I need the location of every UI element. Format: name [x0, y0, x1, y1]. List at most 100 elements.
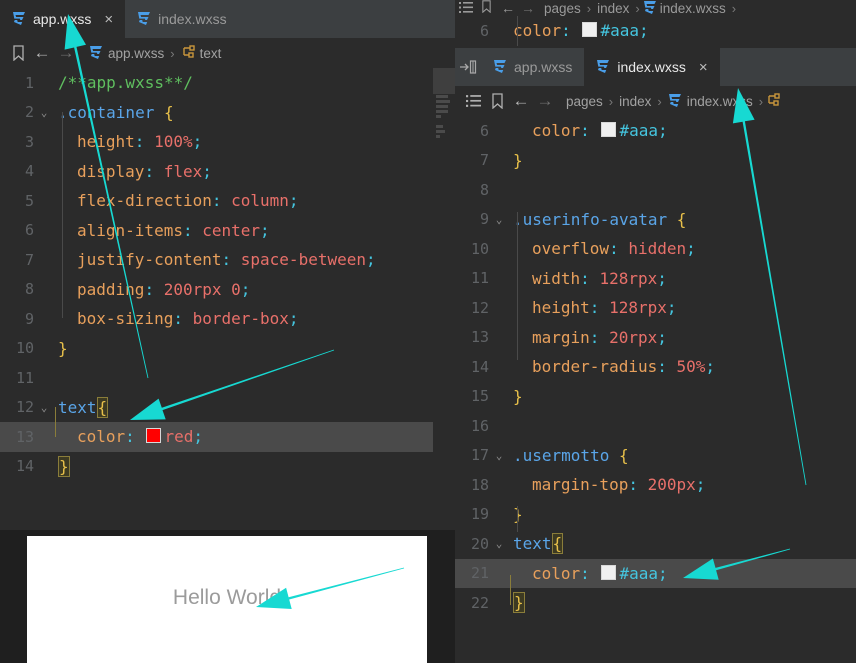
- color-swatch[interactable]: [146, 428, 162, 444]
- breadcrumb-item-pages[interactable]: pages: [563, 94, 606, 109]
- code-line[interactable]: 11: [0, 363, 455, 393]
- breadcrumb-item-index[interactable]: index: [616, 94, 654, 109]
- code-line[interactable]: 6 color: #aaa;: [455, 116, 856, 146]
- color-swatch[interactable]: [601, 564, 617, 580]
- code-token: margin: [532, 327, 590, 347]
- code-token: 128rpx: [599, 268, 658, 288]
- left-breadcrumb-bar: ← → app.wxss › text: [0, 38, 455, 68]
- code-line[interactable]: 14}: [0, 452, 455, 482]
- bookmark-icon[interactable]: [481, 0, 501, 16]
- line-number: 16: [470, 416, 489, 435]
- code-line[interactable]: 9 box-sizing: border-box;: [0, 304, 455, 334]
- tab-app-wxss[interactable]: app.wxss: [481, 48, 584, 86]
- code-line[interactable]: 1 /**app.wxss**/: [0, 68, 455, 98]
- code-line[interactable]: 22}: [455, 588, 856, 618]
- code-line[interactable]: 15}: [455, 382, 856, 412]
- navigate-back-icon[interactable]: ←: [501, 0, 521, 16]
- code-token: .container: [58, 102, 164, 122]
- code-line[interactable]: 9 ⌄ .userinfo-avatar {: [455, 205, 856, 235]
- minimap-line: [436, 95, 448, 98]
- code-line[interactable]: 3 height: 100%;: [0, 127, 455, 157]
- close-icon[interactable]: ×: [699, 60, 708, 75]
- navigate-back-icon[interactable]: ←: [509, 90, 533, 112]
- fold-chevron-icon[interactable]: ⌄: [489, 537, 509, 550]
- code-line[interactable]: 8 padding: 200rpx 0;: [0, 275, 455, 305]
- code-token: ;: [657, 121, 668, 141]
- color-swatch[interactable]: [582, 22, 598, 38]
- code-token: #aaa: [619, 563, 658, 583]
- breadcrumb-item-file[interactable]: index.wxss: [657, 1, 729, 16]
- close-icon[interactable]: ×: [104, 12, 113, 27]
- breadcrumb-label: text: [199, 45, 222, 61]
- code-line[interactable]: 4 display: flex;: [0, 157, 455, 187]
- line-number: 10: [15, 339, 34, 358]
- code-line[interactable]: 12 height: 128rpx;: [455, 293, 856, 323]
- breadcrumb-item-index[interactable]: index: [594, 1, 632, 16]
- code-line[interactable]: 19}: [455, 500, 856, 530]
- code-token: ;: [240, 279, 251, 299]
- code-line[interactable]: 17 ⌄ .usermotto {: [455, 441, 856, 471]
- code-token: flex: [163, 161, 203, 181]
- list-menu-icon[interactable]: [461, 90, 485, 112]
- code-token: ;: [288, 191, 299, 211]
- left-minimap[interactable]: [433, 68, 455, 523]
- code-token: ;: [193, 427, 203, 447]
- right-code-editor[interactable]: 6 color: #aaa; 7} 8 9 ⌄ .userinfo-avatar {10 ov…: [455, 116, 856, 641]
- code-token: :: [125, 427, 145, 447]
- line-number: 2: [24, 103, 34, 122]
- code-line[interactable]: 10 overflow: hidden;: [455, 234, 856, 264]
- fold-chevron-icon[interactable]: ⌄: [489, 449, 509, 462]
- breadcrumb-item-pages[interactable]: pages: [541, 1, 584, 16]
- minimap-viewport[interactable]: [433, 68, 455, 94]
- code-line[interactable]: 13 color: red;: [0, 422, 455, 452]
- code-line[interactable]: 7}: [455, 146, 856, 176]
- tab-app-wxss[interactable]: app.wxss ×: [0, 0, 126, 38]
- line-number: 4: [24, 162, 34, 181]
- left-code-editor[interactable]: 1/**app.wxss**/2 ⌄ .container {3 height: 10…: [0, 68, 455, 523]
- code-line[interactable]: 6 color: #aaa;: [455, 16, 856, 46]
- tab-index-wxss[interactable]: index.wxss ×: [584, 48, 720, 86]
- code-line[interactable]: 6 align-items: center;: [0, 216, 455, 246]
- line-number: 19: [470, 505, 489, 524]
- css-file-icon: [643, 0, 657, 16]
- breadcrumb-separator: ›: [586, 0, 592, 16]
- code-line[interactable]: 10}: [0, 334, 455, 364]
- list-menu-icon[interactable]: [459, 1, 481, 16]
- code-line[interactable]: 20 ⌄ text{: [455, 529, 856, 559]
- code-token: height: [532, 298, 590, 318]
- split-editor-icon[interactable]: [455, 48, 481, 86]
- code-line[interactable]: 18 margin-top: 200px;: [455, 470, 856, 500]
- breadcrumb-item-file[interactable]: app.wxss: [86, 45, 167, 61]
- bookmark-icon[interactable]: [485, 90, 509, 112]
- fold-chevron-icon[interactable]: ⌄: [34, 401, 54, 414]
- bookmark-icon[interactable]: [6, 42, 30, 64]
- code-line[interactable]: 13 margin: 20rpx;: [455, 323, 856, 353]
- code-token: ;: [686, 239, 696, 259]
- code-line[interactable]: 21 color: #aaa;: [455, 558, 856, 588]
- navigate-forward-icon[interactable]: →: [533, 90, 557, 112]
- color-swatch[interactable]: [601, 122, 617, 138]
- code-line[interactable]: 12 ⌄ text{: [0, 393, 455, 423]
- line-number: 21: [470, 564, 489, 583]
- code-token: :: [134, 132, 155, 152]
- code-line[interactable]: 8: [455, 175, 856, 205]
- code-line[interactable]: 11 width: 128rpx;: [455, 264, 856, 294]
- breadcrumb-item-file[interactable]: index.wxss: [665, 93, 756, 109]
- code-token: {: [618, 445, 629, 465]
- navigate-forward-icon[interactable]: →: [521, 0, 541, 16]
- code-line[interactable]: 7 justify-content: space-between;: [0, 245, 455, 275]
- code-line-text: color: red;: [54, 427, 203, 446]
- code-line[interactable]: 2 ⌄ .container {: [0, 98, 455, 128]
- code-line[interactable]: 14 border-radius: 50%;: [455, 352, 856, 382]
- fold-chevron-icon[interactable]: ⌄: [34, 106, 54, 119]
- breadcrumb-separator: ›: [758, 93, 764, 109]
- navigate-back-icon[interactable]: ←: [30, 42, 54, 64]
- navigate-forward-icon[interactable]: →: [54, 42, 78, 64]
- code-line[interactable]: 16: [455, 411, 856, 441]
- line-number: 13: [470, 328, 489, 347]
- code-line[interactable]: 5 flex-direction: column;: [0, 186, 455, 216]
- breadcrumb-item-symbol[interactable]: text: [178, 45, 225, 61]
- tab-index-wxss[interactable]: index.wxss: [125, 0, 238, 38]
- fold-chevron-icon[interactable]: ⌄: [489, 213, 509, 226]
- line-number: 14: [470, 357, 489, 376]
